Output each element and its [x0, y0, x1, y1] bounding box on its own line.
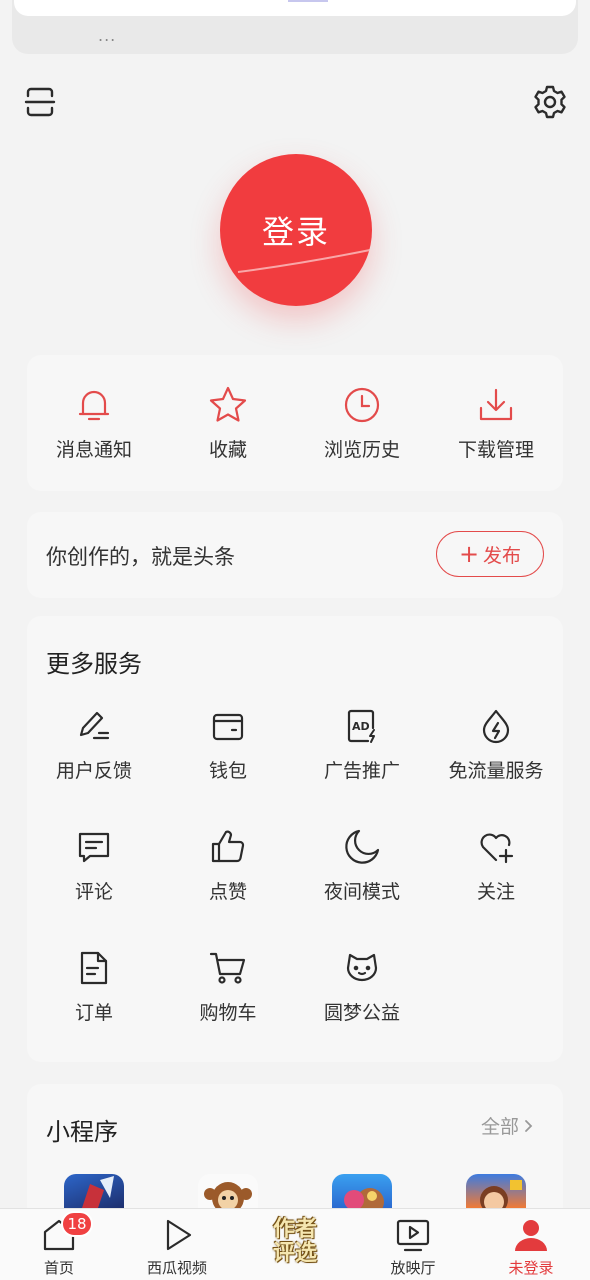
create-banner: 你创作的，就是头条 + 发布 — [27, 512, 563, 598]
tab-xigua-video[interactable]: 西瓜视频 — [118, 1209, 236, 1280]
service-label: 免流量服务 — [448, 760, 544, 782]
service-ads[interactable]: AD 广告推广 — [295, 706, 429, 783]
quick-action-history[interactable]: 浏览历史 — [295, 385, 429, 462]
service-label: 钱包 — [208, 760, 247, 782]
tab-label: 未登录 — [508, 1259, 554, 1277]
mini-programs-all-link[interactable]: 全部 — [481, 1112, 537, 1139]
preview-strip — [14, 0, 576, 16]
play-icon — [157, 1215, 197, 1255]
cat-face-icon — [342, 948, 382, 988]
tab-cinema[interactable]: 放映厅 — [354, 1209, 472, 1280]
quick-action-favorites[interactable]: 收藏 — [161, 385, 295, 462]
quick-action-notifications[interactable]: 消息通知 — [27, 385, 161, 462]
wallet-icon — [208, 706, 248, 746]
service-label: 广告推广 — [323, 760, 400, 782]
plus-icon: + — [458, 540, 480, 568]
scan-icon[interactable] — [20, 82, 60, 122]
login-button[interactable]: 登录 — [220, 154, 372, 306]
bell-icon — [74, 385, 114, 425]
ad-icon: AD — [342, 706, 382, 746]
more-dots: ... — [98, 26, 117, 45]
mini-app-3[interactable] — [332, 1174, 392, 1208]
heart-plus-icon — [476, 827, 516, 867]
drag-handle[interactable] — [288, 0, 328, 2]
service-feedback[interactable]: 用户反馈 — [27, 706, 161, 783]
comment-icon — [74, 827, 114, 867]
promo-line-1: 作者 — [272, 1217, 317, 1242]
service-label: 订单 — [74, 1002, 113, 1024]
tab-profile[interactable]: 未登录 — [472, 1209, 590, 1280]
mini-app-2[interactable] — [198, 1174, 258, 1208]
service-cart[interactable]: 购物车 — [161, 948, 295, 1025]
moon-icon — [342, 827, 382, 867]
clock-icon — [342, 385, 382, 425]
star-icon — [208, 385, 248, 425]
login-swoosh — [237, 249, 371, 273]
screen-play-icon — [393, 1215, 433, 1255]
tab-label: 西瓜视频 — [146, 1259, 207, 1277]
author-vote-promo[interactable]: 作者 评选 — [258, 1206, 332, 1278]
services-title: 更多服务 — [46, 650, 142, 678]
mini-app-4[interactable] — [466, 1174, 526, 1208]
thumbs-up-icon — [208, 827, 248, 867]
service-orders[interactable]: 订单 — [27, 948, 161, 1025]
cart-icon — [208, 948, 248, 988]
service-label: 评论 — [74, 881, 113, 903]
service-night-mode[interactable]: 夜间模式 — [295, 827, 429, 904]
publish-label: 发布 — [483, 544, 522, 567]
quick-action-label: 浏览历史 — [323, 439, 400, 461]
data-drop-icon — [476, 706, 516, 746]
promo-line-2: 评选 — [272, 1241, 317, 1266]
document-icon — [74, 948, 114, 988]
service-follow[interactable]: 关注 — [429, 827, 563, 904]
all-label: 全部 — [481, 1116, 520, 1138]
service-free-data[interactable]: 免流量服务 — [429, 706, 563, 783]
gear-icon[interactable] — [530, 82, 570, 122]
home-icon: 18 — [39, 1211, 93, 1255]
chevron-right-icon — [525, 1119, 533, 1132]
unread-badge: 18 — [61, 1211, 93, 1237]
service-label: 圆梦公益 — [323, 1002, 400, 1024]
more-services-card: 更多服务 用户反馈 钱包 AD 广告推广 免流量服务 评论 点赞 夜间模式 关注… — [27, 616, 563, 1062]
quick-action-label: 消息通知 — [55, 439, 132, 461]
user-icon — [511, 1215, 551, 1255]
service-label: 购物车 — [199, 1002, 257, 1024]
tab-label: 首页 — [43, 1259, 74, 1277]
service-label: 关注 — [476, 881, 515, 903]
notification-preview-card[interactable]: ... — [12, 0, 578, 54]
service-comments[interactable]: 评论 — [27, 827, 161, 904]
mini-app-1[interactable] — [64, 1174, 124, 1208]
service-label: 点赞 — [208, 881, 247, 903]
quick-action-label: 下载管理 — [457, 439, 534, 461]
service-label: 用户反馈 — [55, 760, 132, 782]
tab-home[interactable]: 18 首页 — [0, 1209, 118, 1280]
promo-text: 作者 评选 — [273, 1218, 317, 1266]
pencil-icon — [74, 706, 114, 746]
mini-programs-card: 小程序 全部 — [27, 1084, 563, 1224]
create-slogan: 你创作的，就是头条 — [46, 545, 235, 569]
quick-action-downloads[interactable]: 下载管理 — [429, 385, 563, 462]
quick-actions-card: 消息通知 收藏 浏览历史 下载管理 — [27, 355, 563, 491]
svg-text:AD: AD — [352, 720, 370, 733]
quick-action-label: 收藏 — [208, 439, 247, 461]
download-icon — [476, 385, 516, 425]
service-charity[interactable]: 圆梦公益 — [295, 948, 429, 1025]
mini-programs-title: 小程序 — [46, 1118, 118, 1146]
service-wallet[interactable]: 钱包 — [161, 706, 295, 783]
service-label: 夜间模式 — [323, 881, 400, 903]
service-likes[interactable]: 点赞 — [161, 827, 295, 904]
tab-label: 放映厅 — [390, 1259, 436, 1277]
publish-button[interactable]: + 发布 — [436, 531, 544, 577]
